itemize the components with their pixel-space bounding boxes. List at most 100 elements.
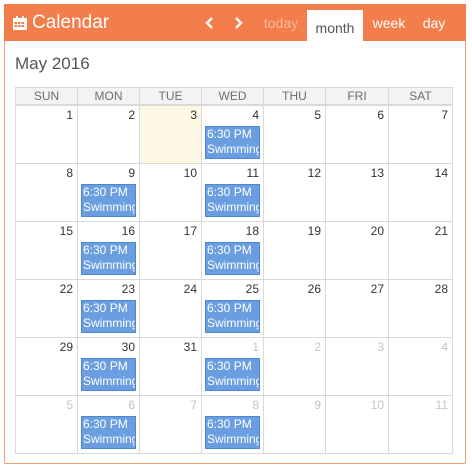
day-number[interactable]: 7 (441, 108, 448, 122)
day-number[interactable]: 29 (60, 340, 73, 354)
day-number[interactable]: 4 (252, 108, 259, 122)
day-cell[interactable]: 23 6:30 PM Swimming (77, 279, 140, 338)
next-button[interactable] (224, 4, 252, 41)
day-number[interactable]: 16 (122, 224, 135, 238)
day-cell[interactable]: 6 6:30 PM Swimming (77, 395, 140, 454)
day-number[interactable]: 30 (122, 340, 135, 354)
day-cell[interactable]: 11 (388, 395, 453, 454)
day-cell[interactable]: 31 (139, 337, 202, 396)
day-number[interactable]: 9 (128, 166, 135, 180)
day-number[interactable]: 13 (371, 166, 384, 180)
event-swimming[interactable]: 6:30 PM Swimming (205, 184, 260, 217)
event-swimming[interactable]: 6:30 PM Swimming (205, 416, 260, 449)
day-number[interactable]: 2 (314, 340, 321, 354)
day-number[interactable]: 1 (252, 340, 259, 354)
day-number[interactable]: 10 (371, 398, 384, 412)
day-number[interactable]: 9 (314, 398, 321, 412)
day-number[interactable]: 5 (66, 398, 73, 412)
day-cell[interactable]: 12 (263, 163, 326, 222)
day-number[interactable]: 3 (377, 340, 384, 354)
day-number[interactable]: 11 (436, 398, 448, 412)
day-number[interactable]: 2 (128, 108, 135, 122)
day-cell[interactable]: 18 6:30 PM Swimming (201, 221, 264, 280)
day-cell[interactable]: 5 (263, 105, 326, 164)
day-number[interactable]: 5 (314, 108, 321, 122)
day-cell[interactable]: 8 6:30 PM Swimming (201, 395, 264, 454)
prev-button[interactable] (196, 4, 224, 41)
day-number[interactable]: 31 (184, 340, 197, 354)
day-cell[interactable]: 9 (263, 395, 326, 454)
day-number[interactable]: 17 (184, 224, 197, 238)
day-cell[interactable]: 6 (325, 105, 389, 164)
day-number[interactable]: 25 (246, 282, 259, 296)
today-button[interactable]: today (256, 4, 306, 41)
day-cell[interactable]: 15 (15, 221, 78, 280)
day-cell[interactable]: 22 (15, 279, 78, 338)
event-swimming[interactable]: 6:30 PM Swimming (81, 184, 136, 217)
event-swimming[interactable]: 6:30 PM Swimming (81, 358, 136, 391)
day-number[interactable]: 11 (247, 166, 259, 180)
event-swimming[interactable]: 6:30 PM Swimming (205, 242, 260, 275)
day-cell[interactable]: 30 6:30 PM Swimming (77, 337, 140, 396)
day-cell[interactable]: 21 (388, 221, 453, 280)
day-number[interactable]: 10 (184, 166, 197, 180)
day-cell[interactable]: 14 (388, 163, 453, 222)
day-cell[interactable]: 8 (15, 163, 78, 222)
day-number[interactable]: 21 (435, 224, 448, 238)
day-cell[interactable]: 1 6:30 PM Swimming (201, 337, 264, 396)
day-cell[interactable]: 24 (139, 279, 202, 338)
day-cell[interactable]: 11 6:30 PM Swimming (201, 163, 264, 222)
day-cell[interactable]: 1 (15, 105, 78, 164)
day-number[interactable]: 12 (308, 166, 321, 180)
day-cell[interactable]: 10 (139, 163, 202, 222)
day-cell[interactable]: 20 (325, 221, 389, 280)
day-view-button[interactable]: day (414, 4, 454, 41)
day-number[interactable]: 19 (308, 224, 321, 238)
day-cell[interactable]: 17 (139, 221, 202, 280)
event-swimming[interactable]: 6:30 PM Swimming (205, 358, 260, 391)
day-cell[interactable]: 5 (15, 395, 78, 454)
day-number[interactable]: 18 (246, 224, 259, 238)
day-number[interactable]: 8 (66, 166, 73, 180)
day-cell[interactable]: 29 (15, 337, 78, 396)
day-cell[interactable]: 4 6:30 PM Swimming (201, 105, 264, 164)
day-cell[interactable]: 16 6:30 PM Swimming (77, 221, 140, 280)
day-cell[interactable]: 3 (325, 337, 389, 396)
day-cell[interactable]: 28 (388, 279, 453, 338)
day-number[interactable]: 26 (308, 282, 321, 296)
event-swimming[interactable]: 6:30 PM Swimming (81, 300, 136, 333)
day-number[interactable]: 20 (371, 224, 384, 238)
day-cell[interactable]: 7 (139, 395, 202, 454)
event-swimming[interactable]: 6:30 PM Swimming (81, 416, 136, 449)
day-number[interactable]: 15 (60, 224, 73, 238)
day-cell[interactable]: 26 (263, 279, 326, 338)
day-number[interactable]: 1 (66, 108, 73, 122)
day-number[interactable]: 7 (190, 398, 197, 412)
day-number[interactable]: 28 (435, 282, 448, 296)
day-cell[interactable]: 2 (263, 337, 326, 396)
day-number[interactable]: 6 (128, 398, 135, 412)
day-number[interactable]: 23 (122, 282, 135, 296)
day-cell[interactable]: 4 (388, 337, 453, 396)
day-cell[interactable]: 13 (325, 163, 389, 222)
day-number[interactable]: 14 (435, 166, 448, 180)
day-number[interactable]: 4 (441, 340, 448, 354)
event-swimming[interactable]: 6:30 PM Swimming (81, 242, 136, 275)
day-number[interactable]: 22 (60, 282, 73, 296)
day-cell[interactable]: 9 6:30 PM Swimming (77, 163, 140, 222)
day-cell[interactable]: 7 (388, 105, 453, 164)
week-view-button[interactable]: week (364, 4, 414, 41)
day-cell[interactable]: 2 (77, 105, 140, 164)
day-cell[interactable]: 27 (325, 279, 389, 338)
day-number[interactable]: 3 (190, 108, 197, 122)
day-number[interactable]: 6 (377, 108, 384, 122)
day-cell[interactable]: 25 6:30 PM Swimming (201, 279, 264, 338)
day-number[interactable]: 27 (371, 282, 384, 296)
event-swimming[interactable]: 6:30 PM Swimming (205, 126, 260, 159)
day-number[interactable]: 8 (252, 398, 259, 412)
month-view-button[interactable]: month (307, 10, 363, 45)
day-cell[interactable]: 10 (325, 395, 389, 454)
day-number[interactable]: 24 (184, 282, 197, 296)
day-cell[interactable]: 19 (263, 221, 326, 280)
day-cell[interactable]: 3 (139, 105, 202, 164)
